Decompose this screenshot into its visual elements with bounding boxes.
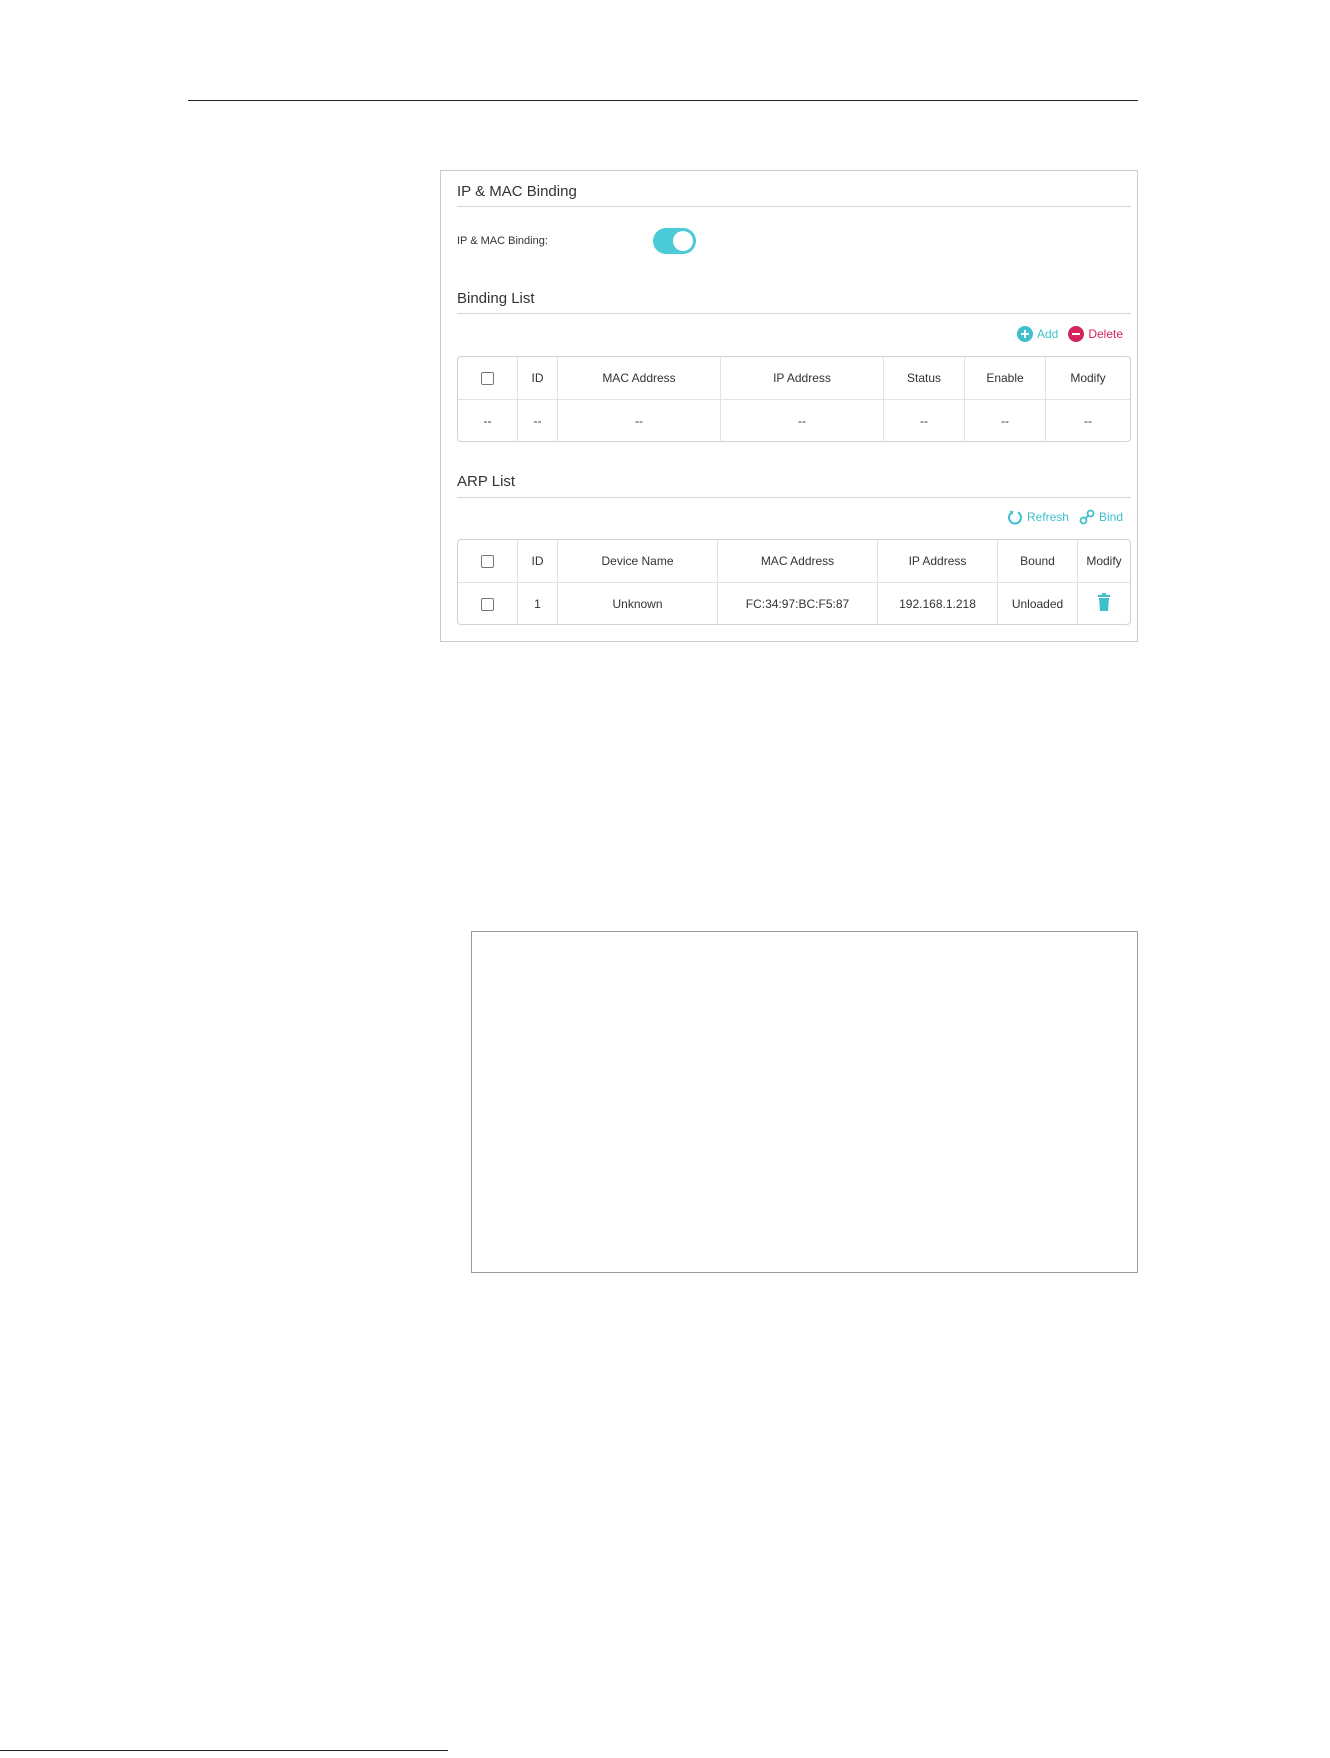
select-all-checkbox[interactable] xyxy=(481,555,494,569)
row-select-cell xyxy=(458,583,518,624)
table-cell: Unknown xyxy=(558,583,718,624)
select-all-checkbox[interactable] xyxy=(481,372,494,386)
column-header: Bound xyxy=(998,540,1078,583)
column-header: Enable xyxy=(965,357,1046,400)
arp-list-actions: Refresh Bind xyxy=(1007,509,1123,525)
footnote-rule xyxy=(0,1750,448,1751)
bind-label: Bind xyxy=(1098,510,1123,524)
column-header: Status xyxy=(884,357,965,400)
refresh-label: Refresh xyxy=(1026,510,1069,524)
column-header: IP Address xyxy=(721,357,884,400)
table-cell: -- xyxy=(1084,413,1092,428)
table-row: 1 Unknown FC:34:97:BC:F5:87 192.168.1.21… xyxy=(458,583,1130,624)
table-header-row: ID Device Name MAC Address IP Address Bo… xyxy=(458,540,1130,583)
binding-list-title: Binding List xyxy=(457,290,535,307)
ip-mac-binding-toggle[interactable] xyxy=(653,228,696,254)
column-header: IP Address xyxy=(878,540,998,583)
column-header: Modify xyxy=(1078,540,1130,583)
table-cell: -- xyxy=(884,400,965,441)
binding-list-table: ID MAC Address IP Address Status Enable … xyxy=(457,356,1131,442)
table-cell: Unloaded xyxy=(998,583,1078,624)
column-header: MAC Address xyxy=(718,540,878,583)
binding-list-actions: Add Delete xyxy=(1016,326,1123,342)
table-cell: -- xyxy=(721,400,884,441)
column-header: Device Name xyxy=(558,540,718,583)
ip-mac-binding-label: IP & MAC Binding: xyxy=(457,235,548,247)
ip-mac-binding-panel: IP & MAC Binding IP & MAC Binding: Bindi… xyxy=(440,170,1138,642)
delete-label: Delete xyxy=(1088,327,1123,341)
arp-list-title: ARP List xyxy=(457,473,516,490)
section-divider xyxy=(457,497,1131,498)
section-divider xyxy=(457,313,1131,314)
table-cell: -- xyxy=(518,400,558,441)
column-header: Modify xyxy=(1046,357,1130,400)
refresh-button[interactable]: Refresh xyxy=(1007,509,1069,525)
column-header: MAC Address xyxy=(558,357,721,400)
minus-circle-icon xyxy=(1068,326,1085,342)
table-cell: -- xyxy=(965,400,1046,441)
table-row: -- -- -- -- -- -- -- xyxy=(458,400,1130,441)
delete-button[interactable]: Delete xyxy=(1068,326,1123,342)
plus-circle-icon xyxy=(1016,326,1033,342)
ip-mac-binding-title: IP & MAC Binding xyxy=(457,183,577,200)
table-cell: FC:34:97:BC:F5:87 xyxy=(718,583,878,624)
add-button[interactable]: Add xyxy=(1016,326,1059,342)
table-cell: 192.168.1.218 xyxy=(878,583,998,624)
modify-cell xyxy=(1078,583,1130,624)
select-all-cell xyxy=(458,540,518,583)
link-icon xyxy=(1079,509,1095,525)
refresh-icon xyxy=(1007,510,1022,525)
row-checkbox[interactable] xyxy=(481,597,494,611)
section-divider xyxy=(457,206,1131,207)
select-all-cell xyxy=(458,357,518,400)
table-cell: 1 xyxy=(518,583,558,624)
trash-icon[interactable] xyxy=(1097,593,1111,614)
table-cell: -- xyxy=(458,400,518,441)
column-header: ID xyxy=(518,357,558,400)
column-header: ID xyxy=(518,540,558,583)
bind-button[interactable]: Bind xyxy=(1079,509,1123,525)
table-header-row: ID MAC Address IP Address Status Enable … xyxy=(458,357,1130,400)
arp-list-table: ID Device Name MAC Address IP Address Bo… xyxy=(457,539,1131,625)
table-cell: -- xyxy=(558,400,721,441)
page-header-rule xyxy=(188,100,1138,101)
add-label: Add xyxy=(1036,327,1059,341)
toggle-knob xyxy=(673,231,693,251)
empty-screenshot-frame xyxy=(471,931,1138,1273)
